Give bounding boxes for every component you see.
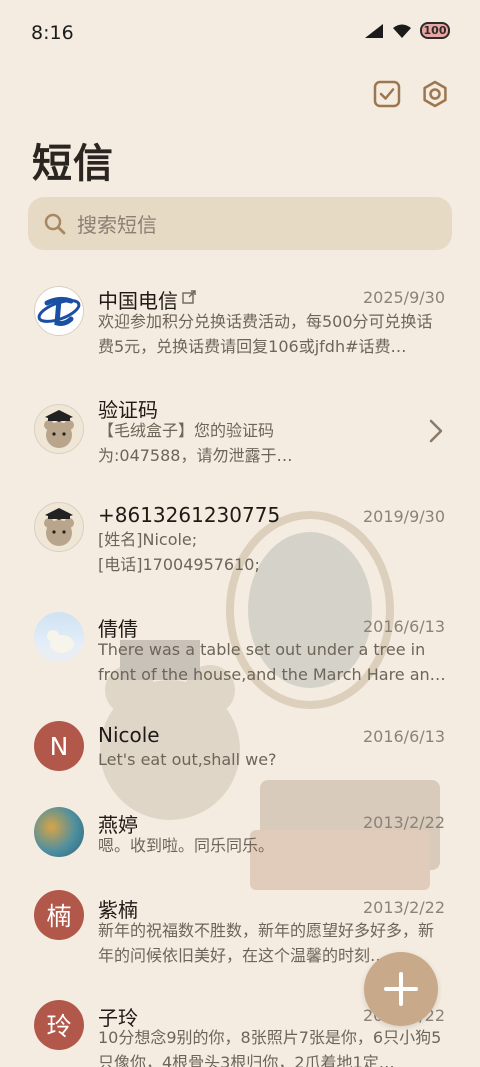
conversation-item[interactable]: 中国电信 2025/9/30 欢迎参加积分兑换话费活动，每500分可兑换话费5元…: [0, 282, 480, 372]
conversation-snippet: 10分想念9别的你，8张照片7张是你，6只小狗5只像你，4根骨头3根归你，2爪着…: [98, 1028, 442, 1067]
search-placeholder: 搜索短信: [77, 213, 157, 237]
conversation-date: 2016/6/13: [362, 727, 445, 746]
chevron-right-icon[interactable]: [428, 418, 444, 444]
external-link-icon: [182, 290, 196, 304]
conversation-date: 2013/2/22: [362, 898, 445, 917]
china-telecom-logo-avatar: [34, 286, 84, 336]
search-icon: [43, 212, 67, 236]
conversation-item[interactable]: +8613261230775 2019/9/30 [姓名]Nicole; [电话…: [0, 502, 480, 592]
teddy-bear-avatar: [34, 404, 84, 454]
teddy-bear-avatar: [34, 502, 84, 552]
status-bar: 8:16 100: [0, 0, 480, 66]
letter-avatar: 楠: [34, 890, 84, 940]
ocean-photo-avatar: [34, 807, 84, 857]
settings-button[interactable]: [420, 79, 450, 109]
messages-screen: 8:16 100 短信 搜索短信 中国电信 2025/9/30 欢迎参加积分兑换…: [0, 0, 480, 1067]
polar-bear-photo-avatar: [34, 612, 84, 662]
signal-icon: [365, 23, 383, 38]
search-bar[interactable]: 搜索短信: [28, 197, 452, 250]
conversation-snippet: 【毛绒盒子】您的验证码为:047588，请勿泄露于他人!: [98, 421, 293, 465]
conversation-name: +8613261230775: [98, 503, 281, 527]
conversation-snippet: Let's eat out,shall we?: [98, 750, 277, 769]
conversation-item[interactable]: 验证码 【毛绒盒子】您的验证码为:047588，请勿泄露于他人!: [0, 392, 480, 482]
page-title: 短信: [32, 141, 114, 187]
plus-icon: [384, 972, 418, 1006]
checkbox-icon: [373, 80, 401, 108]
wifi-icon: [393, 24, 411, 38]
status-icons: 100: [364, 22, 450, 39]
conversation-item[interactable]: N Nicole 2016/6/13 Let's eat out,shall w…: [0, 721, 480, 791]
conversation-snippet: 嗯。收到啦。同乐同乐。: [98, 836, 275, 855]
conversation-date: 2019/9/30: [362, 507, 445, 526]
conversation-date: 2016/6/13: [362, 617, 445, 636]
select-messages-button[interactable]: [372, 79, 402, 109]
conversation-item[interactable]: 燕婷 2013/2/22 嗯。收到啦。同乐同乐。: [0, 807, 480, 877]
conversation-snippet: There was a table set out under a tree i…: [98, 640, 446, 684]
battery-icon: 100: [420, 22, 450, 39]
conversation-name: Nicole: [98, 723, 160, 747]
status-time: 8:16: [31, 22, 74, 44]
conversation-snippet: 欢迎参加积分兑换话费活动，每500分可兑换话费5元，兑换话费请回复106或jfd…: [98, 312, 433, 356]
letter-avatar: N: [34, 721, 84, 771]
new-message-button[interactable]: [364, 952, 438, 1026]
letter-avatar: 玲: [34, 1000, 84, 1050]
conversation-date: 2025/9/30: [362, 288, 445, 307]
conversation-item[interactable]: 倩倩 2016/6/13 There was a table set out u…: [0, 612, 480, 702]
conversation-snippet: [姓名]Nicole; [电话]17004957610;: [98, 530, 260, 574]
gear-icon: [423, 80, 447, 108]
conversation-date: 2013/2/22: [362, 813, 445, 832]
